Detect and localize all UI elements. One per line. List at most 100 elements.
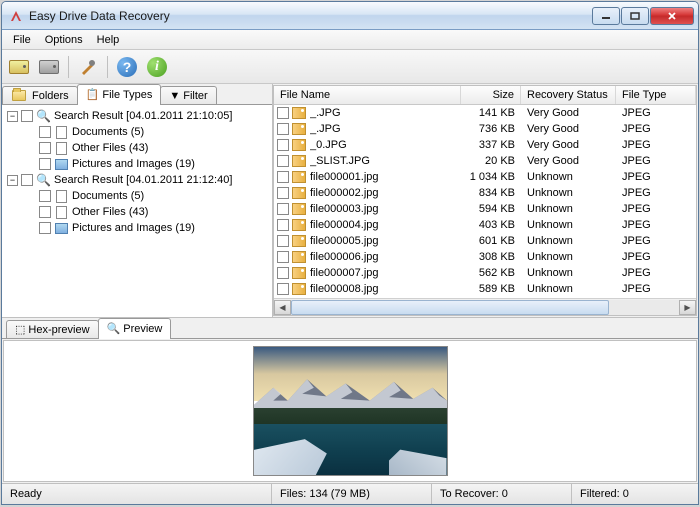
toolbar-recover-button[interactable] (36, 54, 62, 80)
folder-icon (11, 89, 26, 102)
file-type: JPEG (616, 187, 696, 199)
file-row[interactable]: file000008.jpg589 KBUnknownJPEG (274, 281, 696, 297)
tree-item[interactable]: Documents (5) (5, 124, 269, 140)
drive-icon (9, 60, 29, 74)
toolbar-options-button[interactable] (75, 54, 101, 80)
checkbox[interactable] (277, 219, 289, 231)
toolbar-help-button[interactable]: ? (114, 54, 140, 80)
checkbox[interactable] (21, 174, 33, 186)
search-icon: 🔍 (36, 174, 51, 187)
preview-image (253, 346, 448, 476)
checkbox[interactable] (277, 251, 289, 263)
file-name: _SLIST.JPG (310, 155, 461, 167)
checkbox[interactable] (277, 203, 289, 215)
file-row[interactable]: _.JPG141 KBVery GoodJPEG (274, 105, 696, 121)
scroll-left-icon[interactable]: ◀ (274, 300, 291, 315)
file-row[interactable]: _.JPG736 KBVery GoodJPEG (274, 121, 696, 137)
column-size[interactable]: Size (461, 86, 521, 104)
checkbox[interactable] (277, 187, 289, 199)
checkbox[interactable] (277, 107, 289, 119)
menu-file[interactable]: File (6, 32, 38, 48)
menu-help[interactable]: Help (90, 32, 127, 48)
file-recovery: Unknown (521, 219, 616, 231)
tab-folders[interactable]: Folders (2, 86, 78, 104)
tree-item[interactable]: Documents (5) (5, 188, 269, 204)
file-recovery: Unknown (521, 171, 616, 183)
file-row[interactable]: file000005.jpg601 KBUnknownJPEG (274, 233, 696, 249)
column-filetype[interactable]: File Type (616, 86, 696, 104)
file-size: 141 KB (461, 107, 521, 119)
checkbox[interactable] (21, 110, 33, 122)
toolbar-scan-button[interactable] (6, 54, 32, 80)
status-filtered: Filtered: 0 (572, 484, 698, 504)
file-row[interactable]: file000003.jpg594 KBUnknownJPEG (274, 201, 696, 217)
doc-icon (54, 190, 69, 203)
minimize-button[interactable] (592, 7, 620, 25)
file-name: file000006.jpg (310, 251, 461, 263)
scroll-right-icon[interactable]: ▶ (679, 300, 696, 315)
checkbox[interactable] (277, 155, 289, 167)
toolbar-about-button[interactable]: i (144, 54, 170, 80)
horizontal-scrollbar[interactable]: ◀ ▶ (274, 298, 696, 315)
tree-result-1[interactable]: − 🔍 Search Result [04.01.2011 21:10:05] (5, 108, 269, 124)
file-recovery: Unknown (521, 251, 616, 263)
column-recovery[interactable]: Recovery Status (521, 86, 616, 104)
doc-icon (54, 126, 69, 139)
file-type: JPEG (616, 283, 696, 295)
checkbox[interactable] (277, 123, 289, 135)
tree-result-2[interactable]: − 🔍 Search Result [04.01.2011 21:12:40] (5, 172, 269, 188)
file-list-pane: File Name Size Recovery Status File Type… (273, 85, 697, 316)
titlebar[interactable]: Easy Drive Data Recovery (2, 2, 698, 30)
close-button[interactable] (650, 7, 694, 25)
file-list[interactable]: _.JPG141 KBVery GoodJPEG_.JPG736 KBVery … (274, 105, 696, 298)
app-icon (8, 8, 24, 24)
maximize-button[interactable] (621, 7, 649, 25)
checkbox[interactable] (39, 158, 51, 170)
file-row[interactable]: file000004.jpg403 KBUnknownJPEG (274, 217, 696, 233)
tab-file-types[interactable]: 📋File Types (77, 84, 162, 104)
search-icon: 🔍 (36, 110, 51, 123)
file-type: JPEG (616, 267, 696, 279)
tree-view[interactable]: − 🔍 Search Result [04.01.2011 21:10:05] … (2, 105, 272, 317)
collapse-icon[interactable]: − (7, 111, 18, 122)
checkbox[interactable] (39, 126, 51, 138)
checkbox[interactable] (277, 139, 289, 151)
column-filename[interactable]: File Name (274, 86, 461, 104)
checkbox[interactable] (39, 222, 51, 234)
file-row[interactable]: file000006.jpg308 KBUnknownJPEG (274, 249, 696, 265)
checkbox[interactable] (277, 267, 289, 279)
jpeg-icon (292, 203, 306, 215)
scroll-thumb[interactable] (291, 300, 609, 315)
checkbox[interactable] (277, 235, 289, 247)
file-row[interactable]: file000001.jpg1 034 KBUnknownJPEG (274, 169, 696, 185)
tree-item[interactable]: Pictures and Images (19) (5, 156, 269, 172)
preview-area (3, 340, 697, 482)
file-recovery: Unknown (521, 187, 616, 199)
scroll-track[interactable] (291, 300, 679, 315)
menu-options[interactable]: Options (38, 32, 90, 48)
checkbox[interactable] (277, 283, 289, 295)
tab-hex-preview[interactable]: ⬚Hex-preview (6, 320, 99, 338)
tree-item[interactable]: Other Files (43) (5, 140, 269, 156)
file-row[interactable]: file000002.jpg834 KBUnknownJPEG (274, 185, 696, 201)
left-pane: Folders 📋File Types ▼Filter − 🔍 Search R… (2, 84, 273, 317)
file-row[interactable]: _SLIST.JPG20 KBVery GoodJPEG (274, 153, 696, 169)
status-recover: To Recover: 0 (432, 484, 572, 504)
file-row[interactable]: _0.JPG337 KBVery GoodJPEG (274, 137, 696, 153)
tab-preview[interactable]: 🔍Preview (98, 318, 172, 338)
checkbox[interactable] (39, 190, 51, 202)
file-row[interactable]: file000007.jpg562 KBUnknownJPEG (274, 265, 696, 281)
checkbox[interactable] (39, 206, 51, 218)
file-name: _.JPG (310, 123, 461, 135)
collapse-icon[interactable]: − (7, 175, 18, 186)
file-size: 1 034 KB (461, 171, 521, 183)
checkbox[interactable] (277, 171, 289, 183)
file-type: JPEG (616, 203, 696, 215)
tab-filter[interactable]: ▼Filter (160, 86, 216, 104)
tree-item[interactable]: Pictures and Images (19) (5, 220, 269, 236)
file-size: 834 KB (461, 187, 521, 199)
file-name: file000005.jpg (310, 235, 461, 247)
toolbar: ? i (2, 50, 698, 84)
tree-item[interactable]: Other Files (43) (5, 204, 269, 220)
checkbox[interactable] (39, 142, 51, 154)
